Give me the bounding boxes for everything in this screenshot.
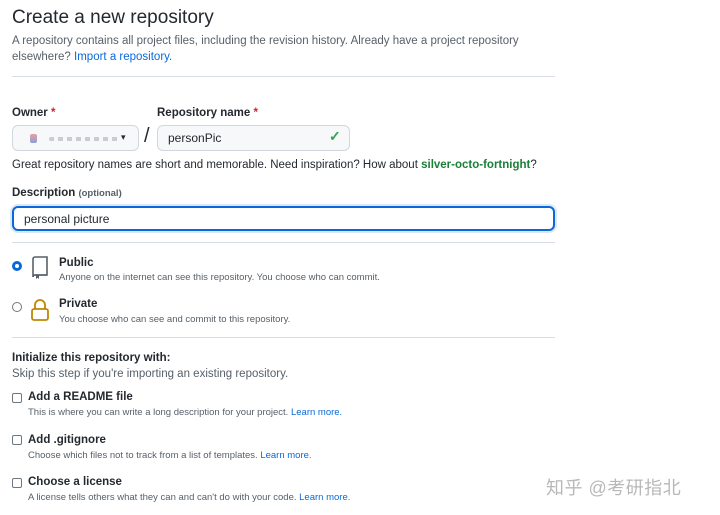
owner-avatar	[30, 134, 37, 143]
repo-icon	[32, 256, 48, 279]
private-description: You choose who can see and commit to thi…	[59, 314, 291, 325]
license-option-title: Choose a license	[28, 476, 122, 488]
watermark: 知乎 @考研指北	[546, 478, 682, 498]
public-title: Public	[59, 257, 94, 269]
license-desc-text: A license tells others what they can and…	[28, 492, 297, 503]
readme-desc-text: This is where you can write a long descr…	[28, 407, 289, 418]
gitignore-checkbox[interactable]	[12, 435, 22, 445]
description-label-text: Description	[12, 187, 76, 199]
gitignore-desc-text: Choose which files not to track from a l…	[28, 450, 258, 461]
divider	[12, 76, 555, 77]
description-label: Description (optional)	[12, 187, 122, 199]
lock-icon	[31, 299, 49, 321]
readme-checkbox[interactable]	[12, 393, 22, 403]
owner-label-text: Owner	[12, 107, 48, 119]
name-suggestion-link[interactable]: silver-octo-fortnight	[421, 159, 530, 171]
chevron-down-icon: ▾	[121, 132, 126, 142]
readme-learn-more-link[interactable]: Learn more.	[291, 407, 342, 418]
inspiration-text: Great repository names are short and mem…	[12, 159, 418, 171]
divider	[12, 337, 555, 338]
license-option-desc: A license tells others what they can and…	[28, 492, 350, 503]
check-icon: ✓	[329, 128, 341, 144]
gitignore-option-title: Add .gitignore	[28, 434, 106, 446]
gitignore-learn-more-link[interactable]: Learn more.	[260, 450, 311, 461]
optional-tag: (optional)	[78, 188, 122, 199]
owner-label: Owner *	[12, 107, 55, 119]
name-inspiration: Great repository names are short and mem…	[12, 159, 537, 171]
repo-name-label: Repository name *	[157, 107, 258, 119]
owner-repo-separator: /	[144, 125, 150, 147]
private-title: Private	[59, 298, 98, 310]
public-description: Anyone on the internet can see this repo…	[59, 272, 380, 283]
import-repository-link[interactable]: Import a repository.	[74, 51, 172, 63]
required-mark: *	[253, 107, 258, 119]
private-radio[interactable]	[12, 302, 22, 312]
readme-option-title: Add a README file	[28, 391, 133, 403]
divider	[12, 242, 555, 243]
owner-name-redacted	[49, 137, 121, 141]
public-radio[interactable]	[12, 261, 22, 271]
gitignore-option-desc: Choose which files not to track from a l…	[28, 450, 312, 461]
required-mark: *	[51, 107, 56, 119]
initialize-subtitle: Skip this step if you're importing an ex…	[12, 368, 289, 380]
license-checkbox[interactable]	[12, 478, 22, 488]
repository-name-input[interactable]	[157, 125, 350, 151]
initialize-title: Initialize this repository with:	[12, 352, 171, 364]
page-title: Create a new repository	[12, 7, 214, 28]
page-subtitle: A repository contains all project files,…	[12, 33, 552, 65]
inspiration-suffix: ?	[530, 159, 537, 171]
readme-option-desc: This is where you can write a long descr…	[28, 407, 342, 418]
owner-select[interactable]: ▾	[12, 125, 139, 151]
license-learn-more-link[interactable]: Learn more.	[299, 492, 350, 503]
description-input[interactable]	[12, 206, 555, 231]
repo-name-label-text: Repository name	[157, 107, 251, 119]
